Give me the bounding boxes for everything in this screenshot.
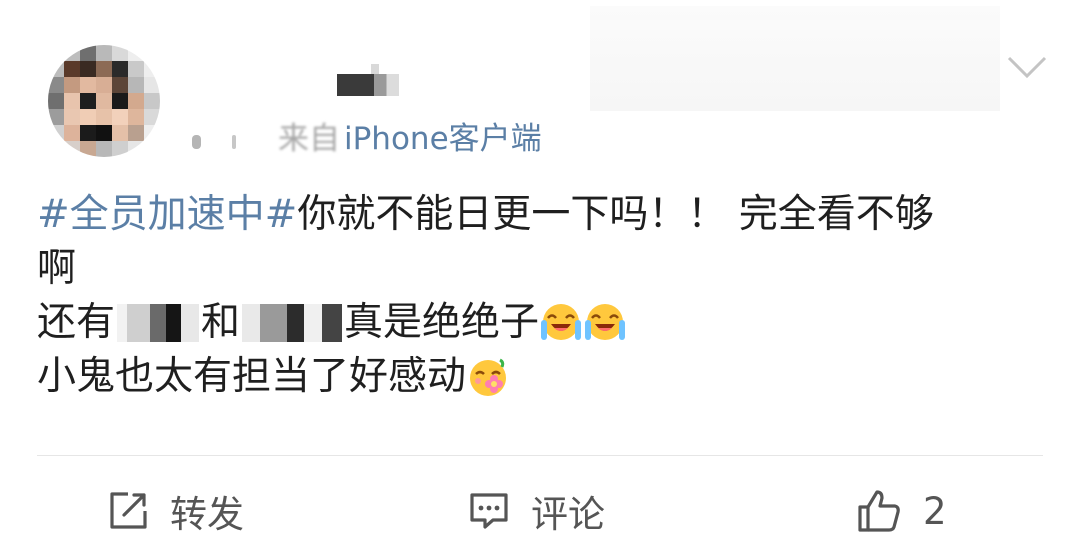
content-line-3: 还有 和 真是绝绝子 bbox=[37, 296, 1047, 350]
like-button[interactable]: 2 bbox=[855, 480, 947, 542]
thumbs-up-icon bbox=[858, 490, 900, 532]
laugh-cry-emoji bbox=[541, 304, 582, 340]
forward-icon bbox=[110, 492, 147, 529]
header-redaction bbox=[590, 6, 1000, 111]
username-redacted[interactable] bbox=[337, 74, 399, 96]
mention-redacted-1[interactable] bbox=[117, 304, 200, 342]
post-content: #全员加速中#你就不能日更一下吗！！ 完全看不够 啊 还有 和 真是绝绝子 小鬼也太… bbox=[37, 188, 1047, 404]
content-line-4: 小鬼也太有担当了好感动 bbox=[37, 350, 1047, 404]
forward-button[interactable]: 转发 bbox=[106, 480, 244, 542]
like-count: 2 bbox=[923, 489, 947, 533]
content-line-1: #全员加速中#你就不能日更一下吗！！ 完全看不够 bbox=[37, 188, 1047, 242]
comment-label: 评论 bbox=[531, 493, 605, 536]
comment-button[interactable]: 评论 bbox=[467, 480, 605, 542]
content-text-3-prefix: 还有 bbox=[37, 300, 116, 345]
forward-label: 转发 bbox=[170, 493, 244, 536]
content-line-2: 啊 bbox=[37, 246, 77, 291]
from-label-redacted: 来自 bbox=[278, 120, 340, 157]
topic-hashtag[interactable]: #全员加速中# bbox=[37, 192, 297, 237]
flower-happy-emoji bbox=[470, 358, 507, 396]
content-text-4: 小鬼也太有担当了好感动 bbox=[37, 354, 467, 399]
content-text-1: 你就不能日更一下吗！！ 完全看不够 bbox=[297, 192, 934, 237]
content-text-3-mid: 和 bbox=[201, 300, 241, 345]
comment-icon bbox=[470, 493, 508, 529]
divider bbox=[37, 455, 1043, 456]
post-source[interactable]: iPhone客户端 bbox=[344, 113, 542, 158]
mention-redacted-2[interactable] bbox=[242, 304, 343, 342]
post-time-redacted bbox=[188, 119, 278, 151]
chevron-down-icon[interactable] bbox=[1006, 52, 1048, 82]
post-meta: 来自 iPhone客户端 bbox=[188, 113, 542, 157]
post-actions: 转发 评论 2 bbox=[0, 480, 1080, 542]
laugh-cry-emoji bbox=[585, 304, 626, 340]
content-text-3-suffix: 真是绝绝子 bbox=[344, 300, 540, 345]
username-redaction-mark bbox=[371, 64, 379, 74]
avatar[interactable] bbox=[48, 45, 160, 157]
